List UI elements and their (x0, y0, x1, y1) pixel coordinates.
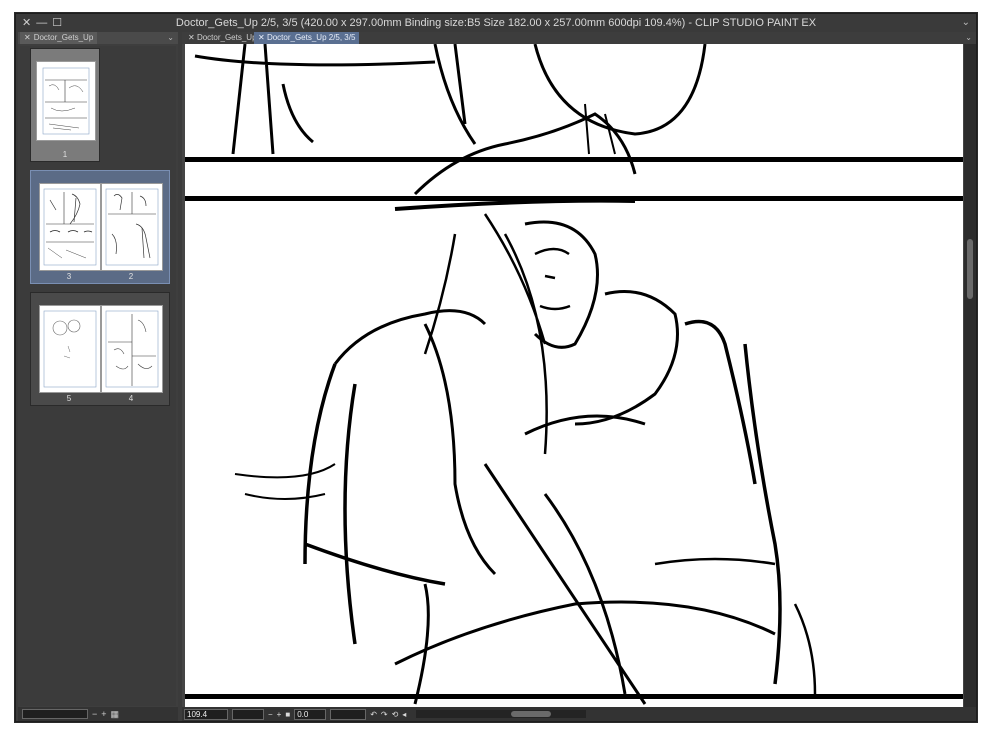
chevron-down-icon[interactable]: ⌄ (965, 32, 972, 44)
close-icon[interactable]: ✕ (24, 33, 31, 42)
rotation-slider[interactable] (330, 708, 367, 720)
page-number: 1 (62, 150, 68, 159)
page-spread-4-5[interactable]: 5 4 (30, 292, 170, 406)
tab-label: Doctor_Gets_Up 2/5, 3/5 (266, 33, 356, 42)
zoom-slider[interactable] (232, 708, 264, 720)
thumbnail-size-slider[interactable] (22, 709, 88, 719)
page-number: 4 (128, 394, 134, 403)
page-thumbnail (39, 183, 101, 271)
page-thumbnail-list: 1 3 2 5 4 (20, 46, 176, 706)
page-thumbnail-art (42, 67, 90, 135)
page-thumbnail-art (43, 310, 97, 388)
zoom-out-button[interactable]: − (268, 710, 273, 719)
canvas-status-bar: 109.4 − + ■ 0.0 ↶ ↷ ⟲ ◂ (182, 707, 976, 721)
document-tabs: ✕ Doctor_Gets_Up 1/5 ✕ Doctor_Gets_Up 2/… (182, 32, 976, 44)
rotate-left-icon[interactable]: ↶ (370, 710, 377, 719)
close-icon[interactable]: ✕ (188, 33, 195, 42)
page-thumbnail (39, 305, 101, 393)
page-manager-tab[interactable]: ✕ Doctor_Gets_Up (20, 32, 98, 44)
layout-icon[interactable]: ▦ (111, 709, 120, 720)
chevron-down-icon[interactable]: ⌄ (167, 32, 174, 44)
page-spread-2-3[interactable]: 3 2 (30, 170, 170, 284)
page-number: 3 (66, 272, 72, 281)
page-number: 2 (128, 272, 134, 281)
scrollbar-thumb[interactable] (967, 239, 973, 299)
page-manager-tabbar: ✕ Doctor_Gets_Up ⌄ (18, 32, 178, 44)
page-manager-footer: − + ▦ (18, 707, 178, 721)
canvas-area: ✕ Doctor_Gets_Up 1/5 ✕ Doctor_Gets_Up 2/… (182, 32, 976, 721)
sketch-artwork (185, 44, 963, 705)
close-icon[interactable]: ✕ (258, 33, 265, 42)
zoom-out-button[interactable]: − (92, 709, 97, 719)
rotate-right-icon[interactable]: ↷ (381, 710, 388, 719)
page-thumbnail (101, 305, 163, 393)
scrollbar-thumb[interactable] (511, 711, 552, 717)
page-thumbnail (101, 183, 163, 271)
flip-icon[interactable]: ◂ (402, 710, 406, 719)
zoom-in-button[interactable]: + (101, 709, 106, 719)
reset-rotation-icon[interactable]: ⟲ (392, 710, 399, 719)
tab-doc-page-1[interactable]: ✕ Doctor_Gets_Up 1/5 (184, 32, 258, 44)
title-bar: ✕ — ☐ Doctor_Gets_Up 2/5, 3/5 (420.00 x … (16, 14, 976, 32)
page-spread-1[interactable]: 1 (30, 48, 100, 162)
zoom-in-button[interactable]: + (277, 710, 282, 719)
page-number: 5 (66, 394, 72, 403)
tab-label: Doctor_Gets_Up 1/5 (196, 33, 258, 42)
rotation-field[interactable]: 0.0 (294, 708, 327, 720)
drawing-canvas[interactable] (185, 44, 963, 707)
zoom-field[interactable]: 109.4 (184, 708, 228, 720)
page-thumbnail-art (105, 310, 159, 388)
page-thumbnail (36, 61, 96, 141)
horizontal-scrollbar[interactable] (416, 710, 587, 718)
tab-doc-page-2-3[interactable]: ✕ Doctor_Gets_Up 2/5, 3/5 (254, 32, 360, 44)
chevron-down-icon[interactable]: ⌄ (962, 14, 970, 32)
window-title: Doctor_Gets_Up 2/5, 3/5 (420.00 x 297.00… (175, 17, 817, 29)
page-manager-tab-label: Doctor_Gets_Up (33, 33, 94, 42)
page-thumbnail-art (43, 188, 97, 266)
page-manager-panel: ✕ Doctor_Gets_Up ⌄ 1 3 2 5 4 − + ▦ (18, 32, 178, 721)
app-window: ✕ — ☐ Doctor_Gets_Up 2/5, 3/5 (420.00 x … (15, 13, 977, 722)
fit-icon[interactable]: ■ (285, 710, 290, 719)
page-thumbnail-art (105, 188, 159, 266)
vertical-scrollbar[interactable] (964, 44, 976, 707)
